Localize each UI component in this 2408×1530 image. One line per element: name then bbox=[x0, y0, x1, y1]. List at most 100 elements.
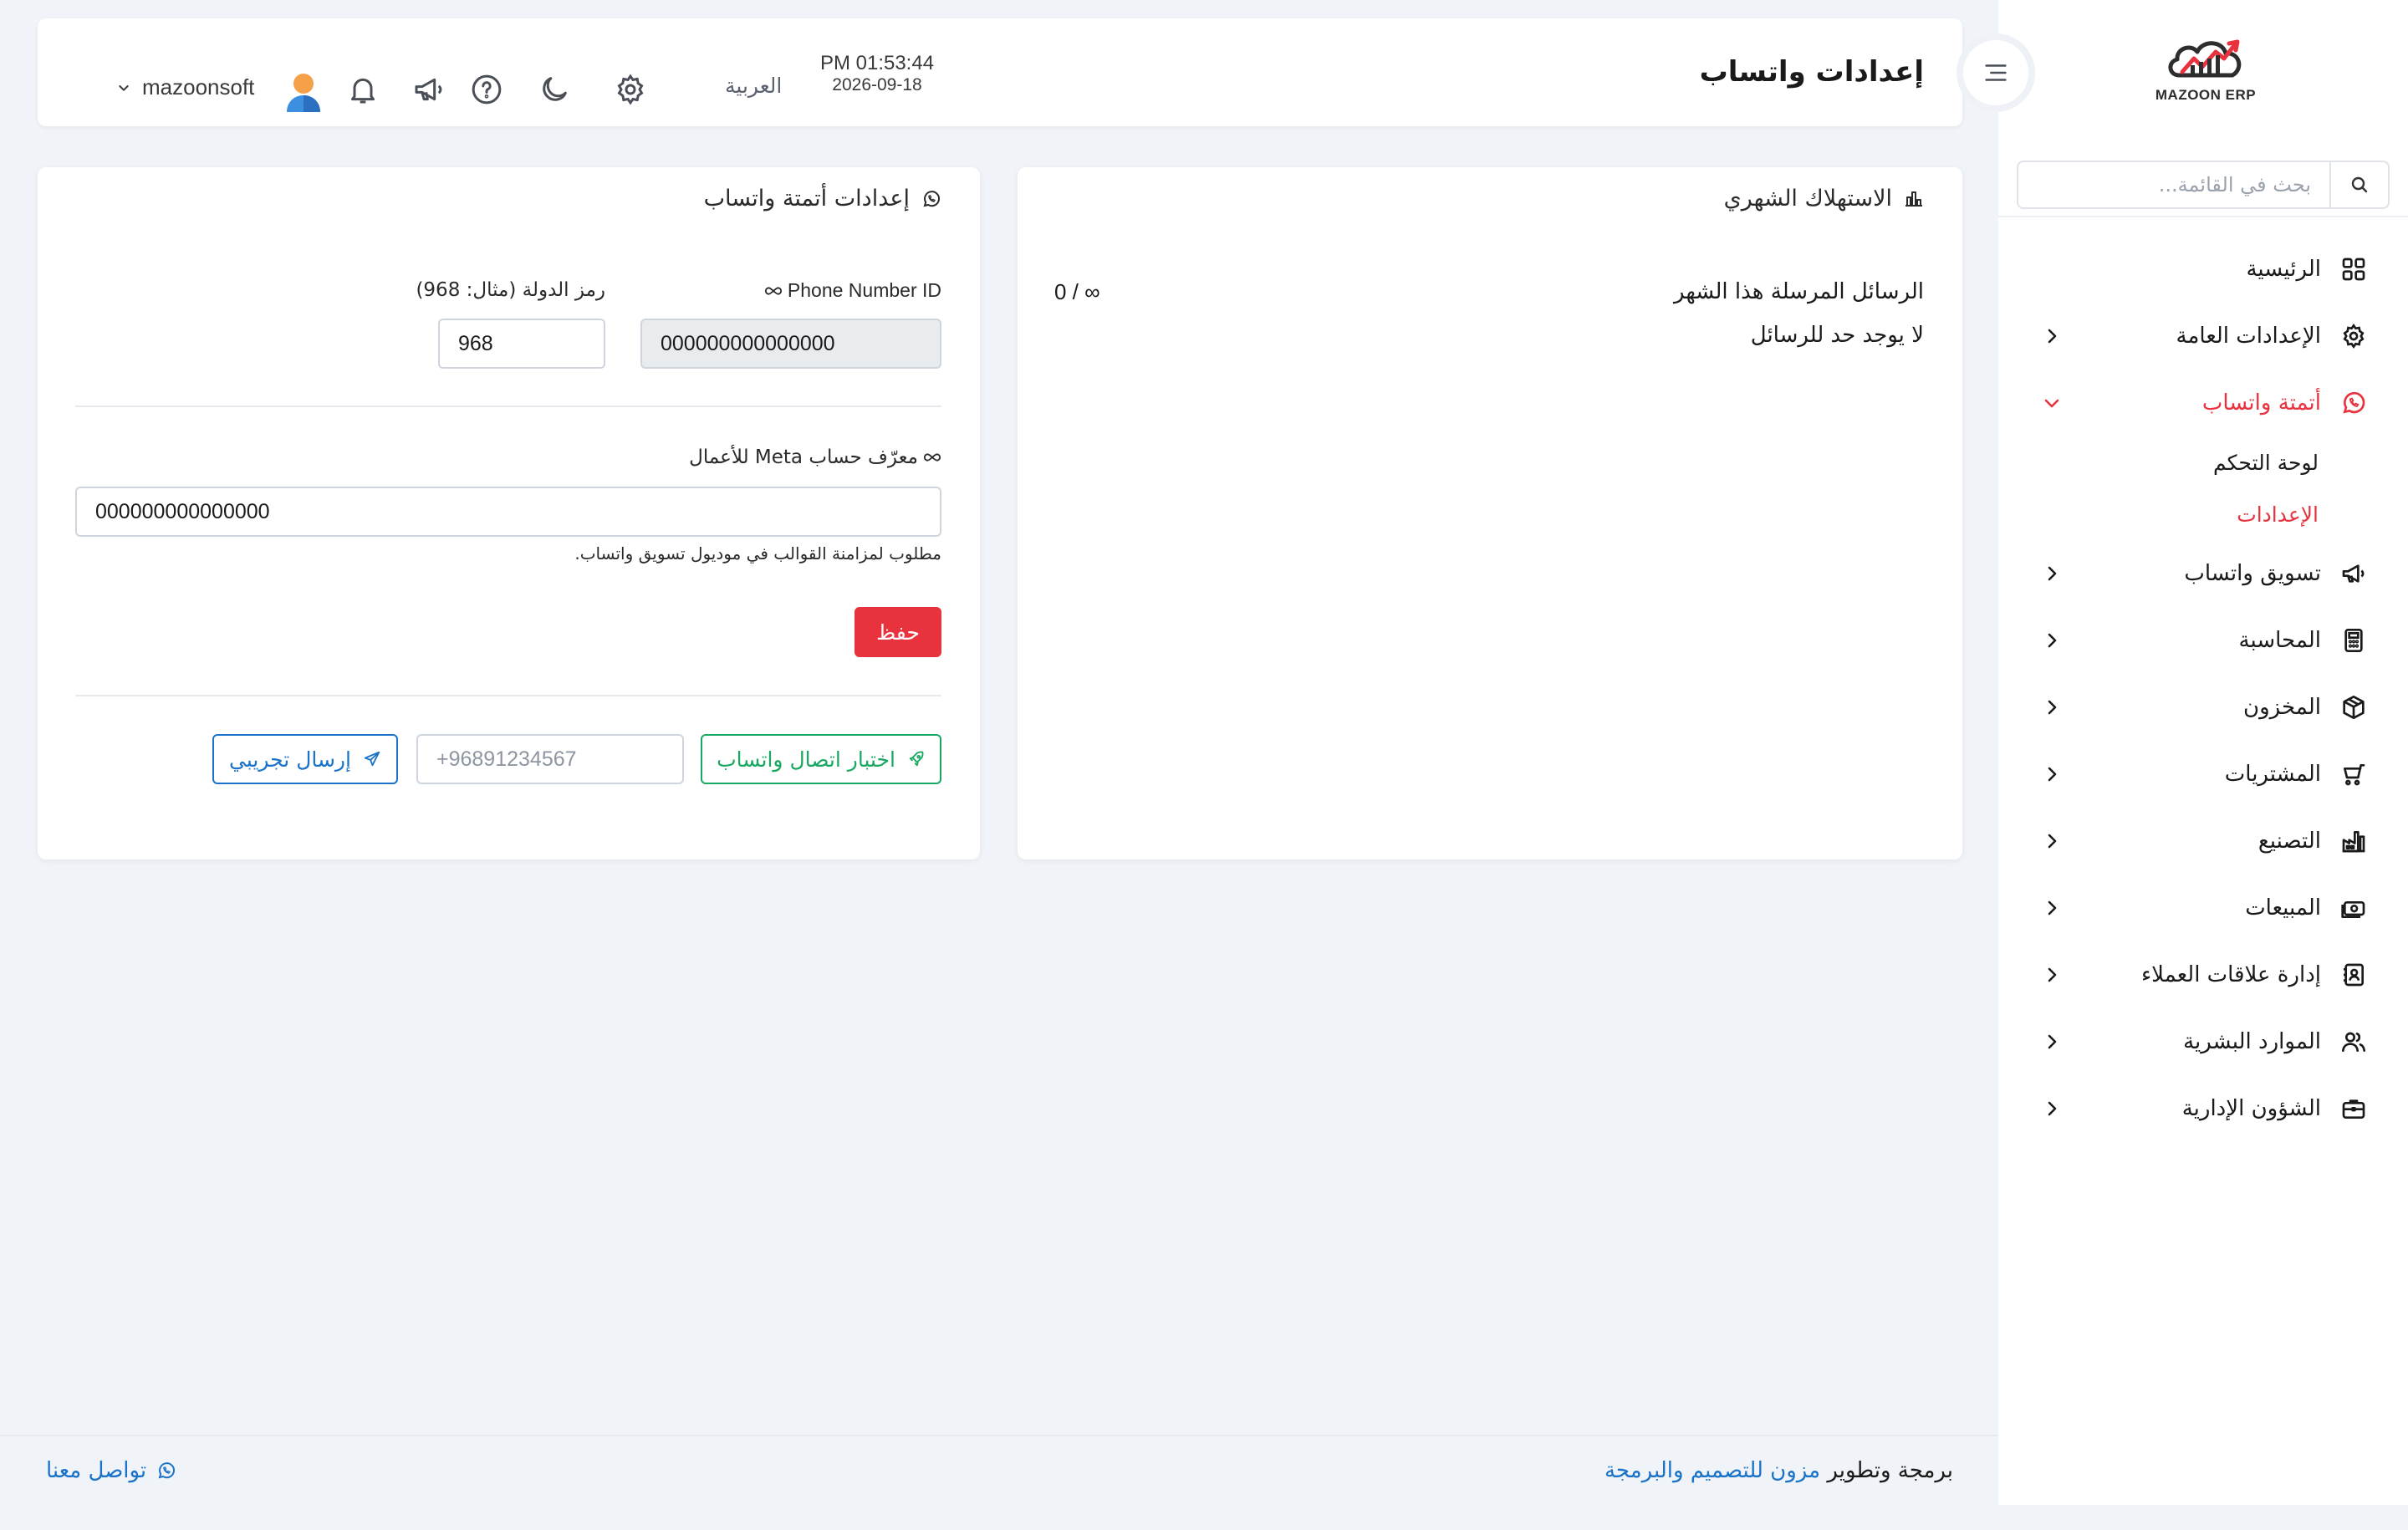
test-connection-button[interactable]: اختبار اتصال واتساب bbox=[701, 734, 941, 784]
help-icon bbox=[472, 74, 502, 105]
rocket-icon bbox=[909, 751, 924, 767]
sidebar-subitem-settings[interactable]: الإعدادات bbox=[1998, 488, 2408, 540]
sidebar-item-manufacturing[interactable]: التصنيع bbox=[1998, 808, 2408, 875]
sidebar-subitem-dashboard[interactable]: لوحة التحكم bbox=[1998, 436, 2408, 488]
menu-search bbox=[2017, 161, 2390, 209]
chevron-left-icon bbox=[2048, 329, 2057, 344]
cart-icon bbox=[2339, 760, 2368, 788]
chevron-left-icon bbox=[2048, 1034, 2057, 1049]
calculator-icon bbox=[2339, 626, 2368, 655]
phone-id-label-text: Phone Number ID bbox=[787, 279, 941, 301]
message-limit-note: لا يوجد حد للرسائل bbox=[1750, 323, 1924, 348]
chart-icon bbox=[1905, 191, 1922, 207]
messages-sent-label: الرسائل المرسلة هذا الشهر bbox=[1673, 279, 1924, 304]
chevron-left-icon bbox=[2048, 700, 2057, 715]
contact-us-label: تواصل معنا bbox=[46, 1458, 147, 1483]
sidebar-item-admin-affairs[interactable]: الشؤون الإدارية bbox=[1998, 1075, 2408, 1142]
announcements-button[interactable] bbox=[411, 71, 447, 108]
sidebar-item-inventory[interactable]: المخزون bbox=[1998, 674, 2408, 741]
sidebar-item-home[interactable]: الرئيسية bbox=[1998, 236, 2408, 303]
sidebar-item-whatsapp-marketing[interactable]: تسويق واتساب bbox=[1998, 540, 2408, 607]
sidebar-item-label: التصنيع bbox=[2258, 829, 2321, 854]
sidebar-item-label: الموارد البشرية bbox=[2183, 1029, 2321, 1054]
box-icon bbox=[2339, 693, 2368, 722]
test-phone-input[interactable] bbox=[416, 734, 684, 784]
form-divider bbox=[75, 695, 941, 696]
sidebar-item-general-settings[interactable]: الإعدادات العامة bbox=[1998, 303, 2408, 370]
avatar[interactable] bbox=[282, 70, 325, 114]
send-test-label: إرسال تجريبي bbox=[229, 747, 351, 772]
sidebar-item-accounting[interactable]: المحاسبة bbox=[1998, 607, 2408, 674]
meta-business-id-input[interactable] bbox=[75, 487, 941, 537]
sidebar-item-label: الرئيسية bbox=[2246, 257, 2321, 282]
clock-time: PM 01:53:44 bbox=[819, 52, 935, 74]
bell-icon bbox=[351, 78, 375, 104]
chevron-left-icon bbox=[2048, 967, 2057, 982]
sidebar-item-label: المشتريات bbox=[2224, 762, 2321, 787]
sidebar-item-crm[interactable]: إدارة علاقات العملاء bbox=[1998, 941, 2408, 1008]
country-code-input[interactable] bbox=[438, 319, 605, 369]
sidebar-item-label: أتمتة واتساب bbox=[2201, 390, 2321, 416]
user-avatar-icon bbox=[287, 74, 320, 112]
settings-card-title: إعدادات أتمتة واتساب bbox=[704, 186, 941, 212]
chevron-left-icon bbox=[2048, 834, 2057, 849]
send-test-button[interactable]: إرسال تجريبي bbox=[212, 734, 398, 784]
help-button[interactable] bbox=[468, 71, 505, 108]
send-icon bbox=[364, 751, 380, 767]
settings-button[interactable] bbox=[612, 71, 649, 108]
sidebar: MAZOON ERP الرئيسية الإعدادات العامة bbox=[1998, 0, 2408, 1505]
sidebar-item-hr[interactable]: الموارد البشرية bbox=[1998, 1008, 2408, 1075]
sidebar-item-label: المبيعات bbox=[2245, 895, 2321, 921]
search-icon bbox=[2351, 176, 2368, 193]
moon-icon bbox=[543, 77, 567, 101]
whatsapp-icon bbox=[158, 1462, 176, 1479]
chevron-left-icon bbox=[2048, 633, 2057, 648]
factory-icon bbox=[2339, 827, 2368, 855]
logo-graphic-icon bbox=[2168, 39, 2242, 78]
whatsapp-icon bbox=[2339, 389, 2368, 417]
gear-icon bbox=[2339, 322, 2368, 350]
username: mazoonsoft bbox=[142, 74, 255, 99]
whatsapp-icon bbox=[923, 190, 940, 207]
messages-sent-value: 0 / ∞ bbox=[1054, 279, 1100, 304]
sidebar-item-label: إدارة علاقات العملاء bbox=[2140, 962, 2321, 987]
usage-card-title: الاستهلاك الشهري bbox=[1724, 186, 1924, 212]
meta-id-help-text: مطلوب لمزامنة القوالب في موديول تسويق وا… bbox=[574, 543, 941, 564]
menu-icon bbox=[1985, 64, 2007, 81]
country-code-label: رمز الدولة (مثال: 968) bbox=[416, 279, 605, 301]
page-title: إعدادات واتساب bbox=[1699, 55, 1924, 89]
app-logo[interactable]: MAZOON ERP bbox=[2143, 33, 2268, 109]
meta-id-label-text: معرّف حساب Meta للأعمال bbox=[689, 446, 918, 468]
sidebar-item-whatsapp-automation[interactable]: أتمتة واتساب bbox=[1998, 370, 2408, 436]
language-switch[interactable]: العربية bbox=[725, 74, 782, 98]
sidebar-toggle-button[interactable] bbox=[1956, 33, 2035, 112]
credit-link[interactable]: مزون للتصميم والبرمجة bbox=[1604, 1458, 1820, 1483]
user-menu[interactable]: mazoonsoft bbox=[117, 74, 254, 100]
dark-mode-toggle[interactable] bbox=[536, 71, 573, 108]
megaphone-icon bbox=[415, 78, 442, 101]
page-footer: برمجة وتطوير مزون للتصميم والبرمجة تواصل… bbox=[0, 1435, 1998, 1505]
save-button[interactable]: حفظ bbox=[855, 607, 941, 657]
sidebar-item-label: المحاسبة bbox=[2238, 628, 2321, 653]
search-button[interactable] bbox=[2329, 162, 2388, 207]
notifications-button[interactable] bbox=[344, 71, 381, 108]
monthly-usage-card: الاستهلاك الشهري الرسائل المرسلة هذا الش… bbox=[1018, 167, 1962, 859]
phone-id-label: Phone Number ID bbox=[764, 279, 941, 302]
infinity-icon bbox=[764, 286, 782, 295]
users-icon bbox=[2339, 1028, 2368, 1056]
chevron-left-icon bbox=[2048, 767, 2057, 782]
contact-us-link[interactable]: تواصل معنا bbox=[46, 1458, 176, 1483]
chevron-left-icon bbox=[2048, 566, 2057, 581]
sidebar-item-purchases[interactable]: المشتريات bbox=[1998, 741, 2408, 808]
menu-search-input[interactable] bbox=[2018, 162, 2329, 207]
phone-id-input[interactable] bbox=[640, 319, 941, 369]
infinity-icon bbox=[923, 453, 941, 462]
gear-icon bbox=[617, 74, 644, 105]
footer-credit: برمجة وتطوير مزون للتصميم والبرمجة bbox=[1604, 1458, 1953, 1483]
usage-card-title-text: الاستهلاك الشهري bbox=[1723, 186, 1892, 212]
sidebar-item-sales[interactable]: المبيعات bbox=[1998, 875, 2408, 941]
sidebar-divider bbox=[1998, 216, 2408, 217]
whatsapp-settings-card: إعدادات أتمتة واتساب Phone Number ID رمز… bbox=[38, 167, 980, 859]
megaphone-icon bbox=[2339, 559, 2368, 588]
chevron-down-icon bbox=[2044, 399, 2059, 408]
